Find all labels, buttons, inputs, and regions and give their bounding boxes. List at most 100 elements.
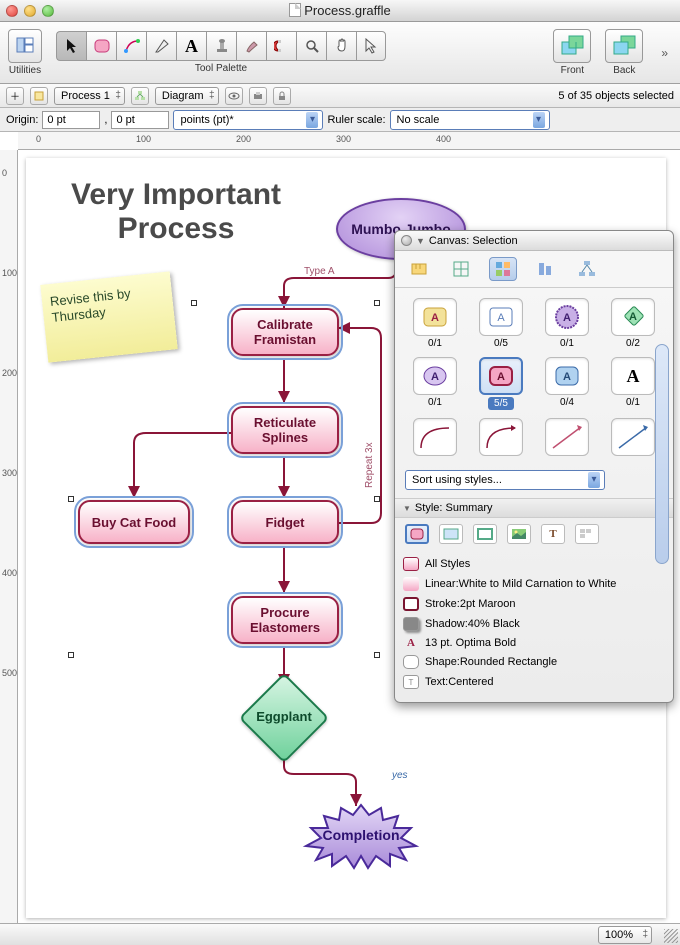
action-tool[interactable] <box>356 31 386 61</box>
chip-fill[interactable] <box>439 524 463 544</box>
chip-shape[interactable] <box>575 524 599 544</box>
ruler-scale-label: Ruler scale: <box>327 114 385 126</box>
chip-stroke[interactable] <box>473 524 497 544</box>
tab-diagram-icon[interactable] <box>573 257 601 281</box>
style-grid: A0/1 A0/5 A0/1 A0/2 A0/1 A5/5 A0/4 A0/1 <box>395 288 673 466</box>
style-swatch-3[interactable]: A <box>611 298 655 336</box>
main-toolbar: Utilities A <box>0 22 680 84</box>
utilities-button[interactable] <box>8 29 42 63</box>
canvas-selector[interactable]: Process 1 <box>54 87 125 105</box>
style-swatch-6[interactable]: A <box>545 357 589 395</box>
print-toggle[interactable] <box>249 87 267 105</box>
ruler-horizontal: 0 100 200 300 400 <box>18 132 680 150</box>
shape-tool[interactable] <box>86 31 116 61</box>
node-eggplant[interactable]: Eggplant <box>239 686 329 746</box>
style-swatch-11[interactable] <box>611 418 655 456</box>
chip-all[interactable] <box>405 524 429 544</box>
style-swatch-9[interactable] <box>479 418 523 456</box>
svg-text:A: A <box>431 312 439 324</box>
eye-toggle[interactable] <box>225 87 243 105</box>
selection-tool[interactable] <box>56 31 86 61</box>
origin-label: Origin: <box>6 114 38 126</box>
utilities-group: Utilities <box>8 29 42 76</box>
chip-image[interactable] <box>507 524 531 544</box>
node-fidget[interactable]: Fidget <box>231 500 339 544</box>
back-group: Back <box>605 29 643 76</box>
label-type-a: Type A <box>304 266 335 277</box>
style-swatch-8[interactable] <box>413 418 457 456</box>
minimize-button[interactable] <box>24 5 36 17</box>
node-calibrate[interactable]: Calibrate Framistan <box>231 308 339 356</box>
node-catfood[interactable]: Buy Cat Food <box>78 500 190 544</box>
layout-icon[interactable] <box>131 87 149 105</box>
style-all-icon <box>403 557 419 571</box>
sort-selector[interactable]: Sort using styles... <box>405 470 605 490</box>
zoom-tool[interactable] <box>296 31 326 61</box>
label-repeat: Repeat 3x <box>364 442 375 488</box>
origin-x-input[interactable] <box>42 111 100 129</box>
ruler-vertical: 0 100 200 300 400 500 <box>0 150 18 923</box>
text-tool[interactable]: A <box>176 31 206 61</box>
inspector-close-button[interactable] <box>401 235 412 246</box>
back-label: Back <box>613 65 635 76</box>
magnet-tool[interactable] <box>266 31 296 61</box>
svg-text:A: A <box>497 312 505 324</box>
hand-tool[interactable] <box>326 31 356 61</box>
titlebar: Process.graffle <box>0 0 680 22</box>
inspector-titlebar[interactable]: ▼ Canvas: Selection <box>395 231 673 251</box>
style-swatch-5[interactable]: A <box>479 357 523 395</box>
origin-bar: Origin: , points (pt)* Ruler scale: No s… <box>0 108 680 132</box>
units-selector[interactable]: points (pt)* <box>173 110 323 130</box>
toolbar-overflow[interactable]: » <box>657 46 672 60</box>
resize-grip[interactable] <box>664 929 678 943</box>
style-text-icon: T <box>403 675 419 689</box>
style-stroke-icon <box>403 597 419 611</box>
canvas-icon[interactable] <box>30 87 48 105</box>
canvas-toolbar: ＋ Process 1 Diagram 5 of 35 objects sele… <box>0 84 680 108</box>
zoom-selector[interactable]: 100% <box>598 926 652 944</box>
node-reticulate[interactable]: Reticulate Splines <box>231 406 339 454</box>
svg-text:A: A <box>629 311 637 323</box>
node-completion[interactable]: Completion <box>296 800 426 870</box>
style-list: All Styles Linear:White to Mild Carnatio… <box>395 550 673 702</box>
tab-selection-icon[interactable] <box>489 257 517 281</box>
label-yes: yes <box>392 770 408 781</box>
stamp-tool[interactable] <box>206 31 236 61</box>
style-summary-header[interactable]: Style: Summary <box>395 498 673 518</box>
style-swatch-7[interactable]: A <box>611 357 655 395</box>
status-bar: 100% <box>0 923 680 945</box>
lock-toggle[interactable] <box>273 87 291 105</box>
style-scrollbar[interactable] <box>655 344 669 564</box>
node-procure[interactable]: Procure Elastomers <box>231 596 339 644</box>
style-swatch-0[interactable]: A <box>413 298 457 336</box>
ruler-scale-selector[interactable]: No scale <box>390 110 550 130</box>
headline: Very Important Process <box>46 178 306 246</box>
front-label: Front <box>561 65 584 76</box>
line-tool[interactable] <box>116 31 146 61</box>
sticky-note[interactable]: Revise this by Thursday <box>40 271 177 362</box>
send-back-button[interactable] <box>605 29 643 63</box>
chip-text[interactable]: T <box>541 524 565 544</box>
layout-selector[interactable]: Diagram <box>155 87 219 105</box>
pen-tool[interactable] <box>146 31 176 61</box>
canvas-add-button[interactable]: ＋ <box>6 87 24 105</box>
zoom-button[interactable] <box>42 5 54 17</box>
style-shadow-icon <box>403 617 419 631</box>
svg-text:A: A <box>563 312 571 324</box>
style-swatch-2[interactable]: A <box>545 298 589 336</box>
summary-chips: T <box>395 518 673 550</box>
tab-grid-icon[interactable] <box>447 257 475 281</box>
window-controls <box>6 5 54 17</box>
origin-y-input[interactable] <box>111 111 169 129</box>
close-button[interactable] <box>6 5 18 17</box>
style-swatch-4[interactable]: A <box>413 357 457 395</box>
tab-ruler-icon[interactable] <box>405 257 433 281</box>
svg-text:A: A <box>497 371 505 383</box>
style-swatch-1[interactable]: A <box>479 298 523 336</box>
style-swatch-10[interactable] <box>545 418 589 456</box>
palette-label: Tool Palette <box>195 63 247 74</box>
brush-tool[interactable] <box>236 31 266 61</box>
inspector-panel[interactable]: ▼ Canvas: Selection A0/1 A0/5 A0/1 A0/2 … <box>394 230 674 703</box>
bring-front-button[interactable] <box>553 29 591 63</box>
tab-align-icon[interactable] <box>531 257 559 281</box>
